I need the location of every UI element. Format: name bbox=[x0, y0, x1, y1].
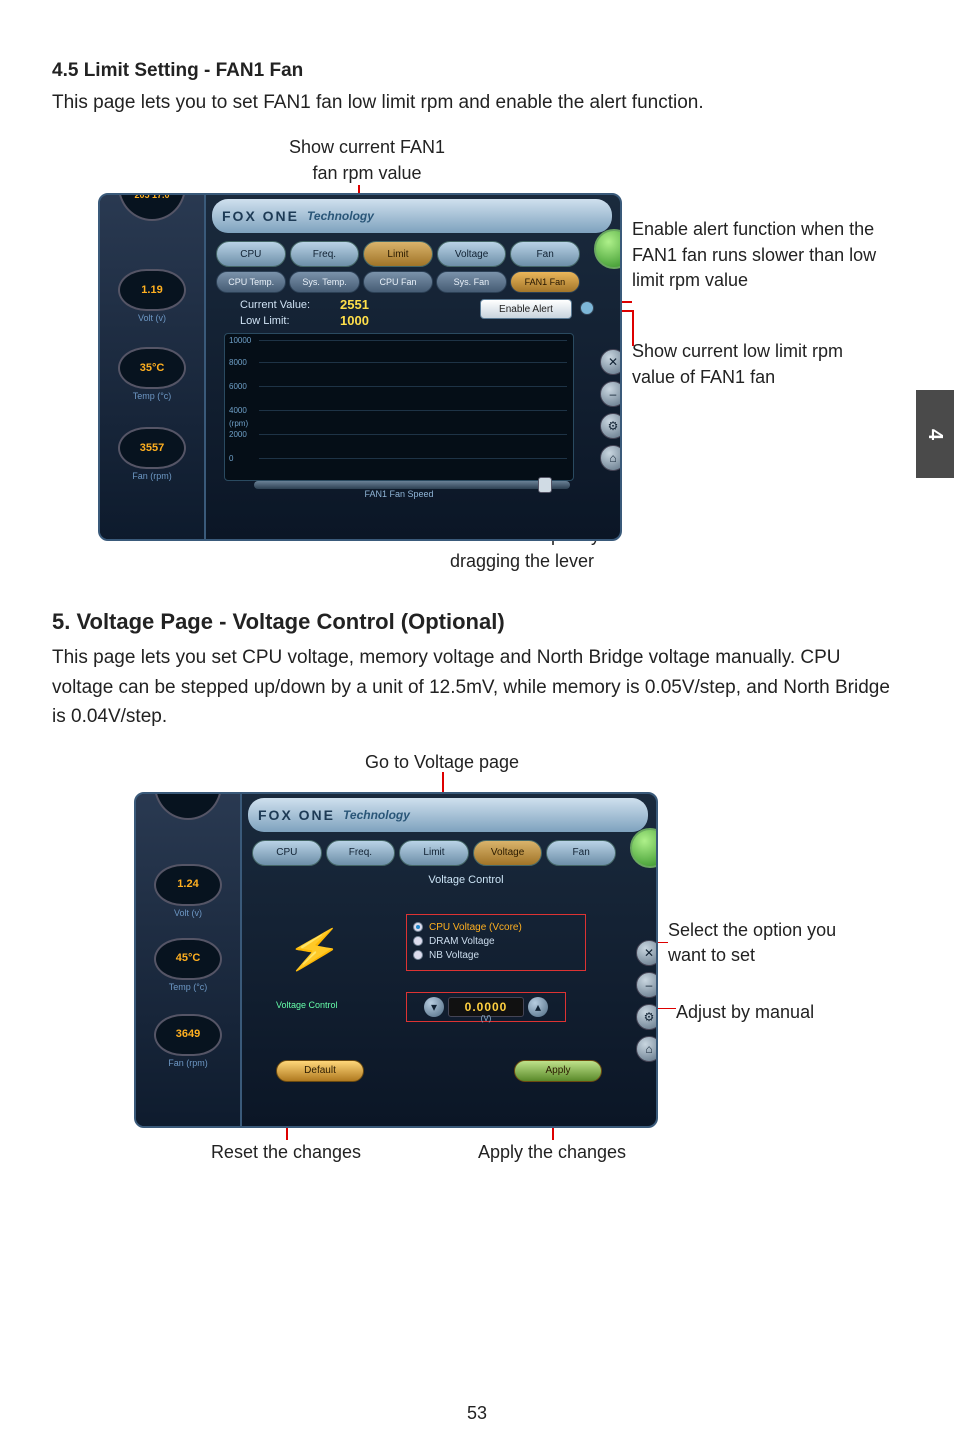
screenshot-voltage: 2870.0 205 17.0 1.24 Volt (v) 45°C Temp … bbox=[134, 792, 658, 1128]
minimize-icon[interactable]: – bbox=[636, 972, 658, 998]
settings-icon[interactable]: ⚙ bbox=[600, 413, 622, 439]
sub-tabs: CPU Temp. Sys. Temp. CPU Fan Sys. Fan FA… bbox=[216, 271, 580, 293]
y-axis-label: (rpm) bbox=[229, 419, 248, 428]
tab-fan[interactable]: Fan bbox=[510, 241, 580, 267]
anno-reset: Reset the changes bbox=[186, 1140, 386, 1165]
gauge-temp: 35°C bbox=[118, 347, 186, 389]
tab-cpu[interactable]: CPU bbox=[216, 241, 286, 267]
subtab-cputemp[interactable]: CPU Temp. bbox=[216, 271, 286, 293]
y-tick: 4000 bbox=[229, 406, 247, 415]
gauge-column: 2870.0 205 17.0 1.24 Volt (v) 45°C Temp … bbox=[136, 792, 242, 1128]
tab-limit[interactable]: Limit bbox=[363, 241, 433, 267]
brand-logo: FOX ONE bbox=[222, 208, 299, 224]
figure-fan1-limit: Show current FAN1 fan rpm value Enable a… bbox=[52, 141, 892, 581]
gauge-freq: 2870.0 205 17.0 bbox=[154, 792, 222, 820]
anno-adjust-manual: Adjust by manual bbox=[676, 1000, 876, 1025]
gauge-fan-label: Fan (rpm) bbox=[102, 471, 202, 481]
radio-icon bbox=[413, 922, 423, 932]
gauge-temp: 45°C bbox=[154, 938, 222, 980]
home-icon[interactable]: ⌂ bbox=[636, 1036, 658, 1062]
anno-apply: Apply the changes bbox=[452, 1140, 652, 1165]
brand-logo: FOX ONE bbox=[258, 807, 335, 823]
gauge-volt-label: Volt (v) bbox=[102, 313, 202, 323]
leader-line bbox=[632, 310, 634, 346]
tab-limit[interactable]: Limit bbox=[399, 840, 469, 866]
apply-button[interactable]: Apply bbox=[514, 1060, 602, 1082]
option-dram-voltage[interactable]: DRAM Voltage bbox=[413, 936, 579, 947]
brand-bar: FOX ONE Technology bbox=[248, 798, 648, 832]
gauge-column: 2870.0 MHz 205 17.0 1.19 Volt (v) 35°C T… bbox=[100, 193, 206, 541]
y-tick: 6000 bbox=[229, 382, 247, 391]
current-value: 2551 bbox=[340, 297, 369, 312]
gauge-fan-label: Fan (rpm) bbox=[138, 1058, 238, 1068]
gauge-temp-label: Temp (°c) bbox=[102, 391, 202, 401]
main-tabs: CPU Freq. Limit Voltage Fan bbox=[216, 241, 580, 267]
screenshot-fan1: 2870.0 MHz 205 17.0 1.19 Volt (v) 35°C T… bbox=[98, 193, 622, 541]
gauge-temp-label: Temp (°c) bbox=[138, 982, 238, 992]
settings-icon[interactable]: ⚙ bbox=[636, 1004, 658, 1030]
low-limit-slider[interactable] bbox=[254, 481, 570, 489]
subtab-systemp[interactable]: Sys. Temp. bbox=[289, 271, 359, 293]
subtab-cpufan[interactable]: CPU Fan bbox=[363, 271, 433, 293]
option-cpu-voltage[interactable]: CPU Voltage (Vcore) bbox=[413, 922, 579, 933]
anno-enable-alert: Enable alert function when the FAN1 fan … bbox=[632, 217, 882, 293]
voltage-stepper: ▾ 0.0000 ▴ (V) bbox=[406, 992, 566, 1022]
close-icon[interactable]: ✕ bbox=[636, 940, 658, 966]
tab-cpu[interactable]: CPU bbox=[252, 840, 322, 866]
figure-voltage: Go to Voltage page Select the option you… bbox=[52, 750, 892, 1200]
green-orb-icon[interactable] bbox=[594, 229, 622, 269]
enable-alert-checkbox[interactable] bbox=[580, 301, 594, 315]
step-unit: (V) bbox=[407, 1014, 565, 1023]
anno-current-fan1: Show current FAN1 fan rpm value bbox=[252, 135, 482, 185]
fan-chart: 10000 8000 6000 (rpm) 4000 2000 0 bbox=[224, 333, 574, 481]
minimize-icon[interactable]: – bbox=[600, 381, 622, 407]
brand-tech: Technology bbox=[343, 808, 410, 822]
radio-icon bbox=[413, 950, 423, 960]
current-value-label: Current Value: bbox=[240, 299, 310, 311]
voltage-options: CPU Voltage (Vcore) DRAM Voltage NB Volt… bbox=[406, 914, 586, 971]
lightning-icon: ⚡ bbox=[280, 919, 349, 998]
gauge-volt-label: Volt (v) bbox=[138, 908, 238, 918]
green-orb-icon[interactable] bbox=[630, 828, 658, 868]
subtab-fan1[interactable]: FAN1 Fan bbox=[510, 271, 580, 293]
low-limit-value: 1000 bbox=[340, 313, 369, 328]
section-4-5-text: This page lets you to set FAN1 fan low l… bbox=[52, 88, 902, 117]
gauge-fan: 3649 bbox=[154, 1014, 222, 1056]
tab-voltage[interactable]: Voltage bbox=[437, 241, 507, 267]
gauge-volt: 1.24 bbox=[154, 864, 222, 906]
brand-tech: Technology bbox=[307, 209, 374, 223]
tab-fan[interactable]: Fan bbox=[546, 840, 616, 866]
y-tick: 0 bbox=[229, 454, 233, 463]
y-tick: 2000 bbox=[229, 430, 247, 439]
chapter-side-tab: 4 bbox=[916, 390, 954, 478]
section-5-title: 5. Voltage Page - Voltage Control (Optio… bbox=[52, 609, 902, 635]
anno-low-limit: Show current low limit rpm value of FAN1… bbox=[632, 339, 882, 389]
y-tick: 10000 bbox=[229, 336, 251, 345]
y-tick: 8000 bbox=[229, 358, 247, 367]
low-limit-label: Low Limit: bbox=[240, 315, 290, 327]
brand-bar: FOX ONE Technology bbox=[212, 199, 612, 233]
anno-select-option: Select the option you want to set bbox=[668, 918, 868, 968]
gauge-fan: 3557 bbox=[118, 427, 186, 469]
subtab-sysfan[interactable]: Sys. Fan bbox=[436, 271, 506, 293]
home-icon[interactable]: ⌂ bbox=[600, 445, 622, 471]
option-nb-voltage[interactable]: NB Voltage bbox=[413, 950, 579, 961]
section-5-text: This page lets you set CPU voltage, memo… bbox=[52, 643, 902, 731]
enable-alert-button[interactable]: Enable Alert bbox=[480, 299, 572, 319]
default-button[interactable]: Default bbox=[276, 1060, 364, 1082]
close-icon[interactable]: ✕ bbox=[600, 349, 622, 375]
section-4-5-title: 4.5 Limit Setting - FAN1 Fan bbox=[52, 60, 902, 82]
voltage-side-label: Voltage Control bbox=[276, 1000, 338, 1010]
radio-icon bbox=[413, 936, 423, 946]
tab-freq[interactable]: Freq. bbox=[290, 241, 360, 267]
tab-freq[interactable]: Freq. bbox=[326, 840, 396, 866]
page-number: 53 bbox=[0, 1403, 954, 1424]
voltage-panel-title: Voltage Control bbox=[336, 874, 596, 886]
gauge-volt: 1.19 bbox=[118, 269, 186, 311]
chart-title: FAN1 Fan Speed bbox=[224, 489, 574, 499]
gauge-freq: 2870.0 MHz 205 17.0 bbox=[118, 193, 186, 221]
main-tabs: CPU Freq. Limit Voltage Fan bbox=[252, 840, 616, 866]
tab-voltage[interactable]: Voltage bbox=[473, 840, 543, 866]
